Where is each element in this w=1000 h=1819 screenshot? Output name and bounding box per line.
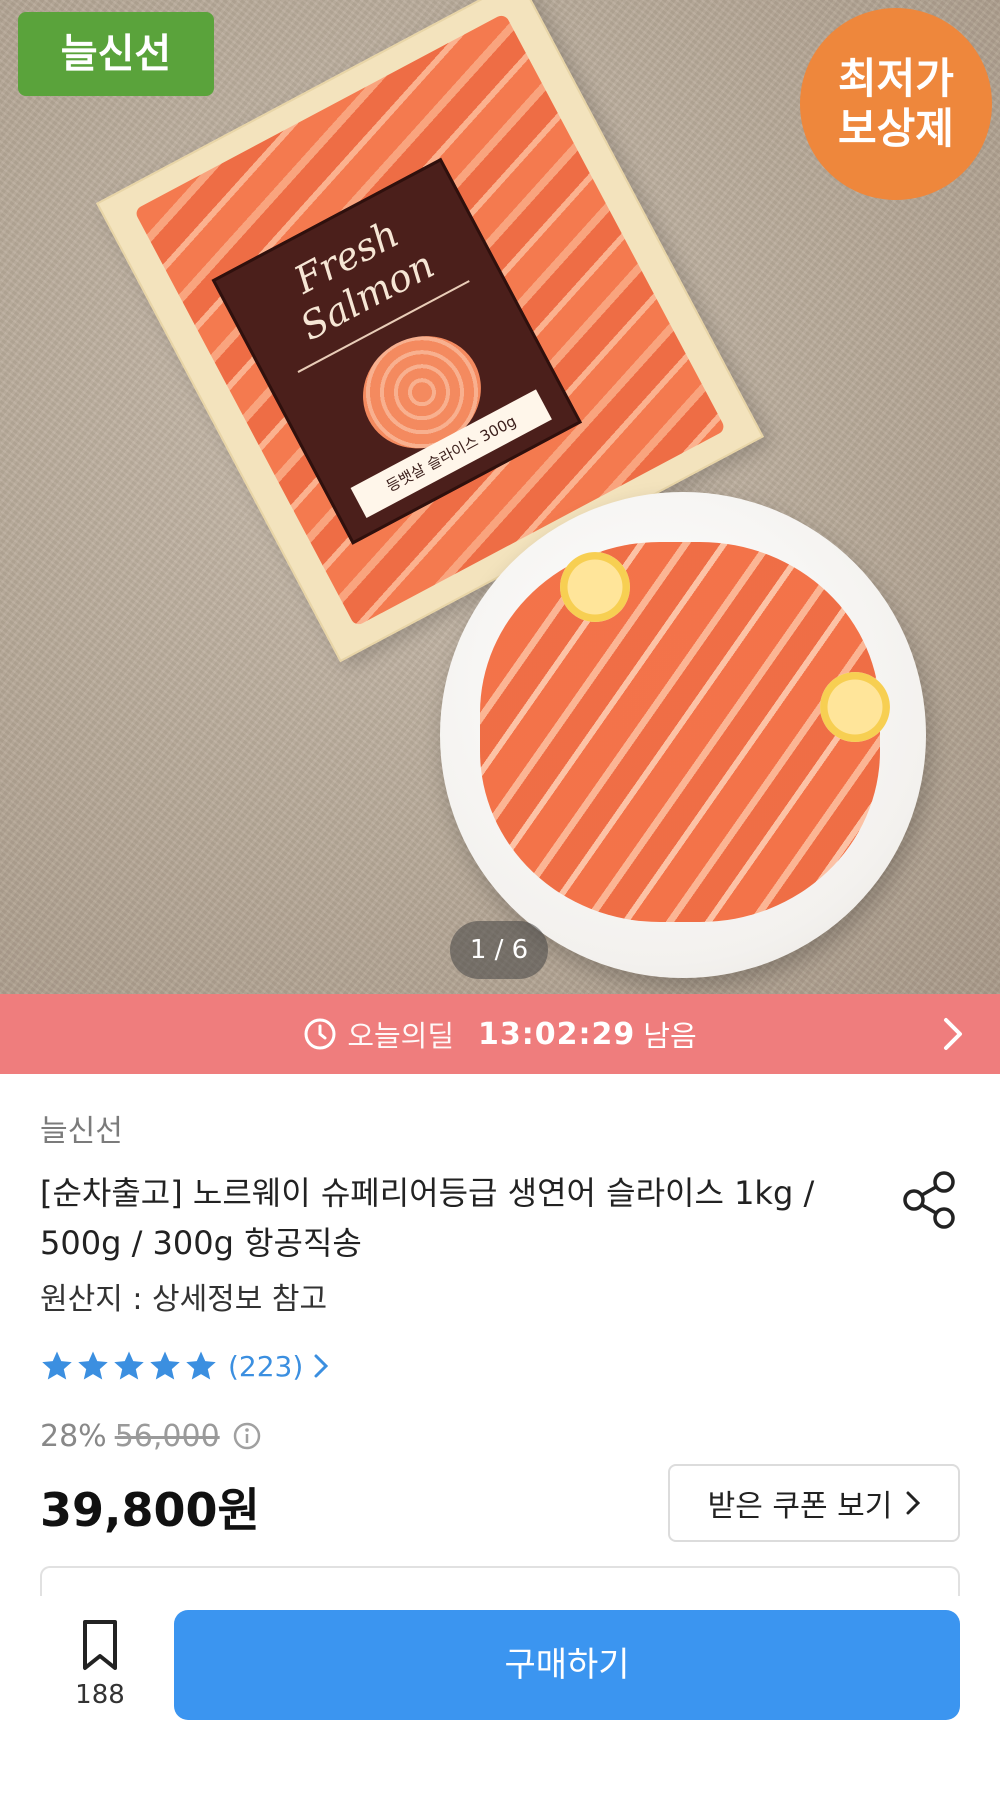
info-icon[interactable] <box>232 1421 262 1451</box>
buy-button[interactable]: 구매하기 <box>174 1610 960 1720</box>
bookmark-count: 188 <box>75 1680 125 1710</box>
chevron-right-icon <box>906 1491 921 1515</box>
seller-name[interactable]: 늘신선 <box>40 1106 123 1150</box>
star-icon <box>42 1351 72 1380</box>
deal-label: 오늘의딜 <box>347 1019 455 1053</box>
star-icon <box>114 1351 144 1380</box>
lemon-slice <box>820 672 890 742</box>
star-icon <box>78 1351 108 1380</box>
chevron-right-icon <box>314 1354 329 1378</box>
sale-price: 39,800원 <box>40 1483 260 1537</box>
fresh-badge: 늘신선 <box>18 12 214 96</box>
coupon-button-label: 받은 쿠폰 보기 <box>707 1489 893 1524</box>
bookmark-icon <box>83 1620 117 1670</box>
original-price: 56,000 <box>114 1418 220 1454</box>
image-pager: 1 / 6 <box>450 921 548 979</box>
discount-row: 28% 56,000 <box>40 1416 262 1456</box>
bookmark-button[interactable]: 188 <box>60 1618 140 1718</box>
discount-rate: 28% <box>40 1418 107 1454</box>
deal-countdown-suffix: 남음 <box>643 1019 697 1053</box>
salmon-plate-image <box>440 492 926 978</box>
product-title: [순차출고] 노르웨이 슈페리어등급 생연어 슬라이스 1kg / 500g /… <box>40 1174 815 1262</box>
coupon-button[interactable]: 받은 쿠폰 보기 <box>668 1464 960 1542</box>
lowest-price-badge: 최저가 보상제 <box>800 8 992 200</box>
plate-salmon-slices <box>480 542 880 922</box>
clock-icon <box>304 1018 336 1050</box>
star-icon <box>186 1351 216 1380</box>
product-image-carousel[interactable]: Fresh Salmon 등뱃살 슬라이스 300g 늘신선 최저가 보상제 1… <box>0 0 1000 994</box>
origin-info: 원산지 : 상세정보 참고 <box>40 1282 328 1317</box>
rating-row[interactable]: (223) <box>40 1346 329 1386</box>
lemon-slice <box>560 552 630 622</box>
lowest-price-badge-line1: 최저가 <box>838 54 954 103</box>
star-icon <box>150 1351 180 1380</box>
review-count[interactable]: (223) <box>228 1350 303 1383</box>
share-icon[interactable] <box>900 1168 960 1232</box>
lowest-price-badge-line2: 보상제 <box>838 104 954 153</box>
chevron-right-icon[interactable] <box>942 1016 964 1052</box>
bottom-action-bar: 188 구매하기 <box>0 1596 1000 1819</box>
todays-deal-bar[interactable]: 오늘의딜 13:02:29 남음 <box>0 994 1000 1074</box>
deal-countdown: 13:02:29 <box>478 1016 636 1052</box>
